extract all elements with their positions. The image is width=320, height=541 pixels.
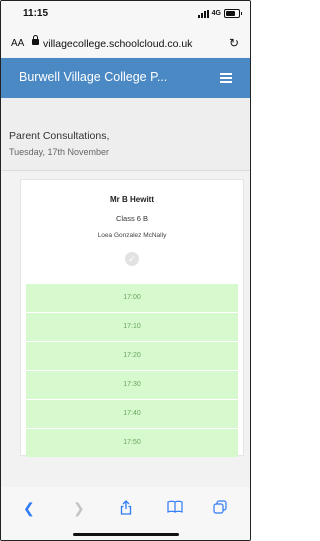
time-slot[interactable]: 17:50 [26, 429, 238, 457]
time-slot[interactable]: 17:40 [26, 400, 238, 428]
page-date: Tuesday, 17th November [9, 147, 110, 157]
network-label: 4G [211, 10, 221, 17]
class-name: Class 6 B [115, 214, 149, 223]
app-title[interactable]: Burwell Village College P... [19, 70, 167, 84]
page-title: Parent Consultations, [9, 130, 110, 142]
teacher-name: Mr B Hewitt [110, 195, 154, 204]
address-bar[interactable]: AA villagecollege.schoolcloud.co.uk ↻ [1, 31, 250, 57]
app-header: Burwell Village College P... [1, 58, 250, 98]
page-header: Parent Consultations, Tuesday, 17th Nove… [1, 98, 250, 171]
bookmarks-icon[interactable] [167, 500, 183, 516]
check-icon[interactable]: ✓ [125, 252, 139, 266]
status-indicators: 4G [197, 9, 242, 18]
status-time: 11:15 [23, 8, 49, 19]
reload-icon[interactable]: ↻ [229, 36, 239, 50]
share-icon[interactable] [120, 500, 132, 518]
back-icon[interactable]: ❮ [23, 500, 35, 517]
student-name: Loea Gonzalez McNally [97, 232, 167, 239]
time-slot[interactable]: 17:10 [26, 313, 238, 341]
text-size-button[interactable]: AA [11, 38, 24, 49]
battery-icon [224, 9, 242, 18]
appointment-card: Mr B Hewitt Class 6 B Loea Gonzalez McNa… [20, 179, 244, 457]
lock-icon [32, 35, 39, 45]
time-slot[interactable]: 17:30 [26, 371, 238, 399]
status-bar: 11:15 4G [1, 1, 250, 31]
time-slot[interactable]: 17:00 [26, 284, 238, 312]
forward-icon[interactable]: ❯ [73, 500, 85, 517]
hamburger-menu-icon[interactable] [220, 73, 232, 83]
home-indicator [73, 533, 179, 536]
tabs-icon[interactable] [213, 500, 227, 517]
url-field[interactable]: villagecollege.schoolcloud.co.uk [43, 38, 192, 50]
signal-icon [197, 9, 209, 18]
time-slot[interactable]: 17:20 [26, 342, 238, 370]
phone-screen: 11:15 4G AA villagecollege.schoolcloud.c… [0, 0, 251, 541]
